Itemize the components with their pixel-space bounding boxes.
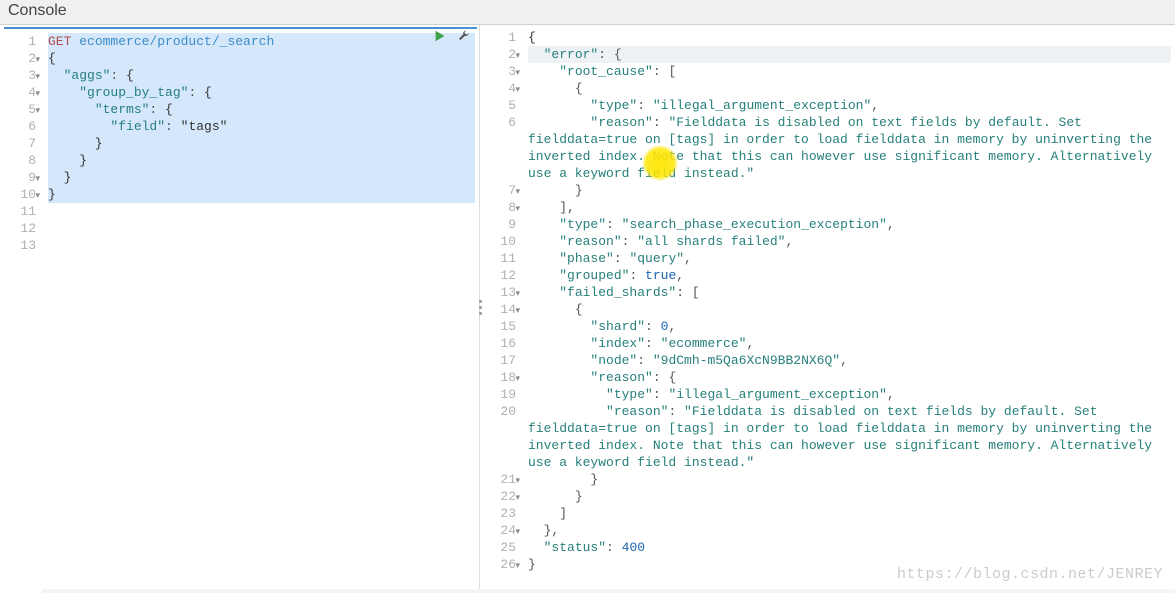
request-editor[interactable]: 12▾3▾4▾5▾6789▾10▾111213 GET ecommerce/pr… [0,29,479,593]
run-icon[interactable] [433,29,447,43]
response-editor[interactable]: 12▾3▾4▾567▾8▾910111213▾14▾15161718▾19202… [480,25,1175,589]
wrench-icon[interactable] [457,29,471,43]
response-panel: 12▾3▾4▾567▾8▾910111213▾14▾15161718▾19202… [480,25,1175,589]
split-panels: 12▾3▾4▾5▾6789▾10▾111213 GET ecommerce/pr… [0,25,1175,589]
request-code[interactable]: GET ecommerce/product/_search{ "aggs": {… [42,29,479,593]
response-gutter: 12▾3▾4▾567▾8▾910111213▾14▾15161718▾19202… [480,25,522,589]
request-panel: 12▾3▾4▾5▾6789▾10▾111213 GET ecommerce/pr… [0,25,480,589]
request-actions [433,29,471,43]
response-code: { "error": { "root_cause": [ { "type": "… [522,25,1175,589]
console-title: Console [8,2,67,19]
request-gutter: 12▾3▾4▾5▾6789▾10▾111213 [0,29,42,593]
console-header: Console [0,0,1175,25]
